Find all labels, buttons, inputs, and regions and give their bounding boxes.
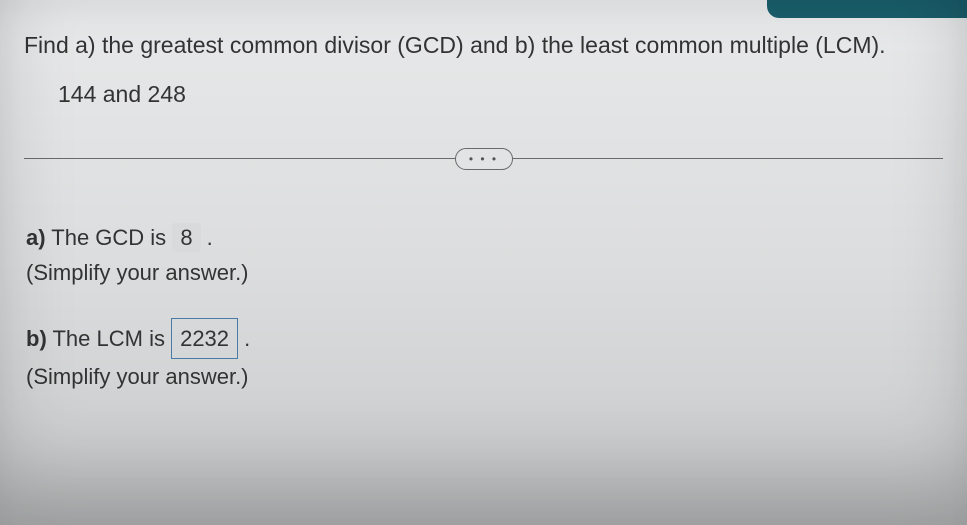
answer-a-line: a) The GCD is 8 . (26, 220, 943, 255)
question-numbers: 144 and 248 (58, 81, 943, 108)
expand-pill[interactable]: • • • (455, 148, 513, 170)
part-b-label: b) (26, 326, 47, 351)
answer-part-a: a) The GCD is 8 . (Simplify your answer.… (26, 220, 943, 290)
answer-b-line: b) The LCM is 2232 . (26, 318, 943, 359)
part-a-value[interactable]: 8 (172, 223, 200, 252)
part-a-hint: (Simplify your answer.) (26, 255, 943, 290)
part-a-label: a) (26, 225, 46, 250)
part-a-after: . (201, 225, 213, 250)
ellipsis-icon: • • • (469, 152, 498, 166)
question-container: Find a) the greatest common divisor (GCD… (0, 0, 967, 446)
answer-part-b: b) The LCM is 2232 . (Simplify your answ… (26, 318, 943, 394)
question-prompt: Find a) the greatest common divisor (GCD… (24, 28, 943, 63)
part-b-after: . (238, 326, 250, 351)
part-b-value[interactable]: 2232 (171, 318, 238, 359)
part-a-before: The GCD is (46, 225, 173, 250)
part-b-hint: (Simplify your answer.) (26, 359, 943, 394)
divider-row: • • • (24, 144, 943, 174)
top-accent-bar (767, 0, 967, 18)
part-b-before: The LCM is (47, 326, 171, 351)
